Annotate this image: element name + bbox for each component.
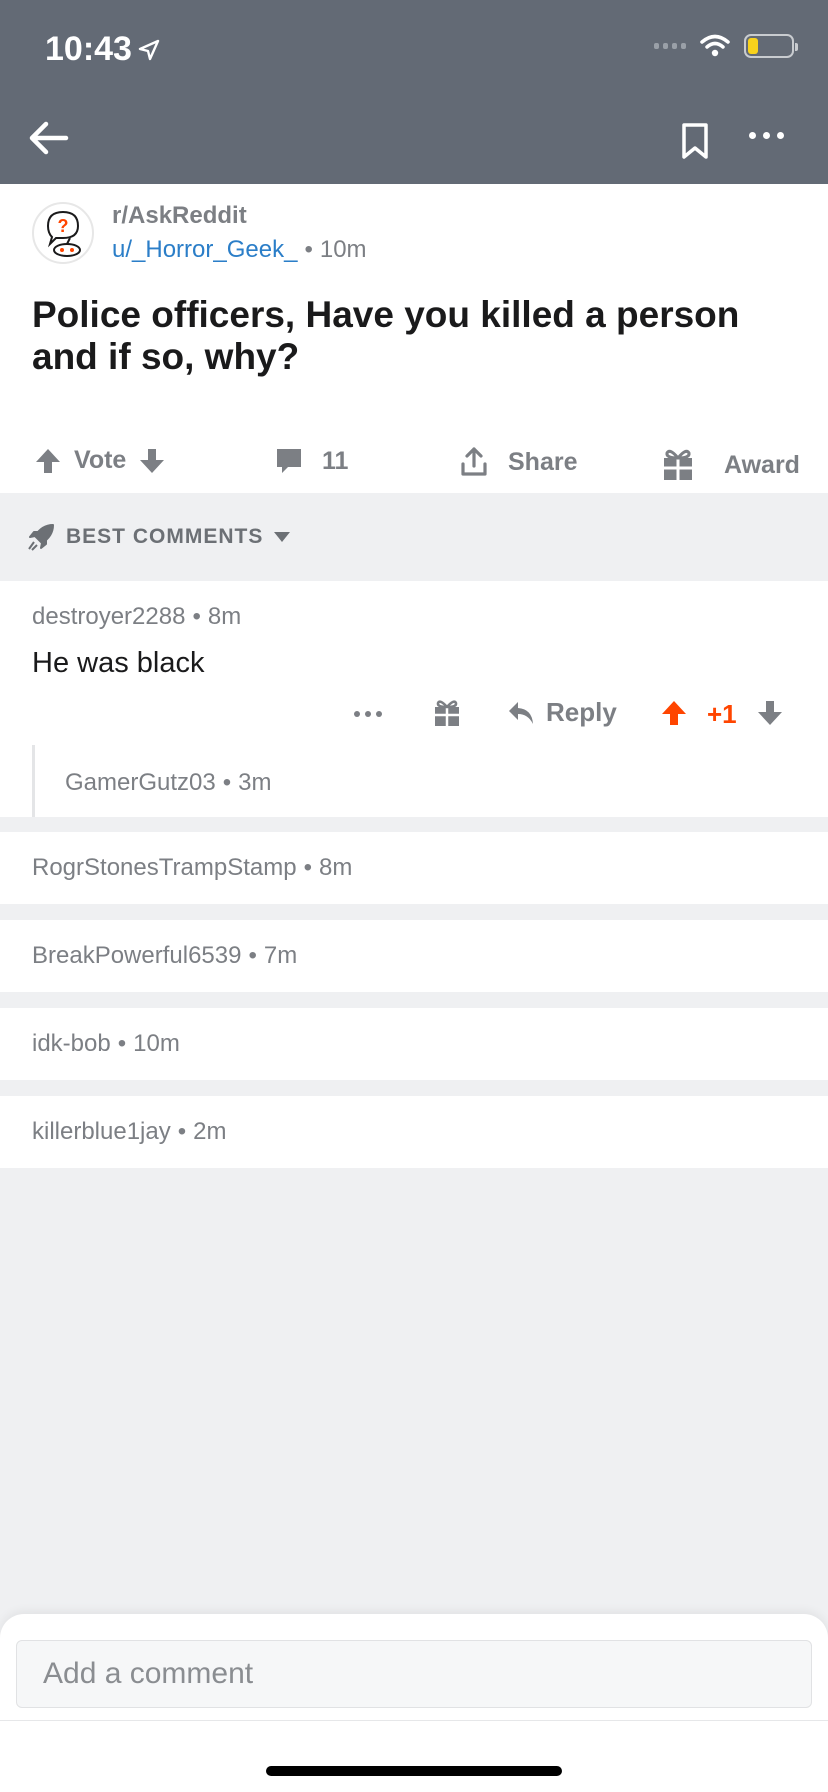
collapsed-comment[interactable]: RogrStonesTrampStamp • 8m: [0, 832, 828, 904]
collapsed-comment[interactable]: idk-bob • 10m: [0, 1008, 828, 1080]
post-actions: Vote 11 Share Award: [0, 432, 828, 492]
share-label: Share: [508, 447, 578, 476]
location-arrow-icon: [138, 39, 160, 60]
caret-down-icon: [274, 532, 291, 542]
comment-age: 8m: [207, 603, 242, 630]
upvote-arrow-icon[interactable]: [34, 447, 62, 475]
comment-age: 10m: [133, 1030, 180, 1057]
share-button[interactable]: Share: [458, 446, 577, 478]
rocket-icon: [28, 524, 54, 551]
collapsed-comment[interactable]: killerblue1jay • 2m: [0, 1096, 828, 1168]
comment-age: 8m: [318, 854, 353, 881]
share-icon: [461, 447, 487, 476]
status-time: 10:43: [45, 30, 160, 69]
svg-text:?: ?: [58, 216, 69, 236]
comment: destroyer2288 • 8m He was black Reply +1 G…: [0, 581, 828, 817]
reply-author[interactable]: GamerGutz03: [65, 769, 216, 796]
comment-composer: [0, 1614, 828, 1792]
top-bar: 10:43: [0, 0, 828, 184]
comment-award-icon[interactable]: [432, 697, 462, 729]
wifi-icon: [700, 34, 730, 57]
comment-author[interactable]: RogrStonesTrampStamp: [32, 854, 297, 881]
vote-control: Vote: [34, 446, 166, 475]
comment-meta: destroyer2288 • 8m: [32, 603, 242, 630]
more-options-icon[interactable]: [749, 132, 784, 139]
reply-age: 3m: [238, 769, 272, 796]
reply-meta: GamerGutz03 • 3m: [65, 769, 272, 796]
subreddit-avatar[interactable]: ?: [32, 202, 94, 264]
downvote-arrow-icon[interactable]: [138, 447, 166, 475]
comment-age: 2m: [193, 1118, 227, 1145]
askreddit-logo-icon: ?: [46, 210, 81, 257]
cellular-signal-icon: [654, 43, 686, 49]
reply-label: Reply: [546, 697, 617, 727]
comment-author[interactable]: killerblue1jay: [32, 1118, 171, 1145]
post-card: ? r/AskReddit u/_Horror_Geek_ • 10m Police…: [0, 184, 828, 493]
comment-more-icon[interactable]: [354, 711, 382, 717]
comment-actions: Reply +1: [0, 697, 828, 747]
add-comment-input[interactable]: [16, 1640, 812, 1708]
comment-count: 11: [322, 446, 349, 475]
comment-sort-selector[interactable]: BEST COMMENTS: [0, 493, 828, 581]
divider: [0, 1720, 828, 1721]
collapsed-reply[interactable]: GamerGutz03 • 3m: [32, 745, 828, 817]
comment-author[interactable]: BreakPowerful6539: [32, 942, 241, 969]
bookmark-icon[interactable]: [680, 122, 710, 160]
downvote-arrow-icon[interactable]: [756, 699, 784, 727]
sort-label: BEST COMMENTS: [66, 525, 264, 548]
subreddit-name[interactable]: r/AskReddit: [112, 202, 247, 230]
post-age: 10m: [319, 236, 367, 263]
comment-bubble-icon: [277, 449, 301, 473]
gift-icon: [664, 449, 692, 480]
vote-label: Vote: [74, 446, 127, 474]
collapsed-comment[interactable]: BreakPowerful6539 • 7m: [0, 920, 828, 992]
comment-author[interactable]: destroyer2288: [32, 603, 185, 630]
home-indicator[interactable]: [266, 1766, 562, 1776]
reply-button[interactable]: Reply: [506, 697, 617, 728]
time-label: 10:43: [45, 30, 132, 68]
comment-score: +1: [707, 699, 737, 729]
upvote-arrow-icon[interactable]: [660, 699, 688, 727]
award-button[interactable]: Award: [660, 446, 800, 484]
award-label: Award: [724, 450, 800, 479]
comment-author[interactable]: idk-bob: [32, 1030, 111, 1057]
reply-arrow-icon: [509, 701, 533, 724]
comment-body: He was black: [32, 647, 205, 679]
comments-button[interactable]: 11: [274, 446, 348, 476]
status-indicators: [654, 34, 798, 58]
post-author[interactable]: u/_Horror_Geek_: [112, 236, 297, 263]
comment-age: 7m: [263, 942, 298, 969]
battery-icon: [744, 34, 798, 58]
post-meta: u/_Horror_Geek_ • 10m: [112, 236, 367, 263]
back-arrow-icon[interactable]: [26, 118, 70, 158]
post-title: Police officers, Have you killed a perso…: [32, 294, 740, 377]
